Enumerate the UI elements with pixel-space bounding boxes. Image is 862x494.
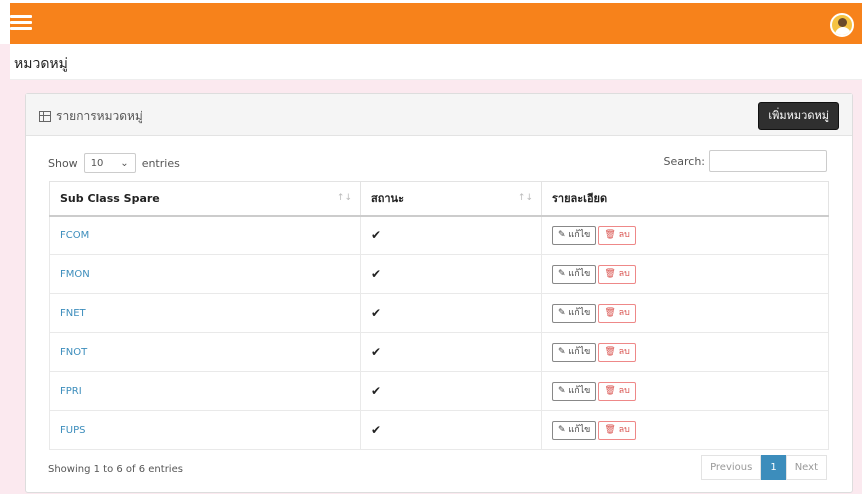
edit-label: แก้ไข	[568, 385, 591, 396]
table-icon	[39, 111, 51, 122]
topbar-pad	[0, 0, 10, 44]
edit-label: แก้ไข	[568, 307, 591, 318]
table-row: FNET ✔ ✎ แก้ไข 🗑 ลบ	[49, 293, 829, 333]
column-label: Sub Class Spare	[60, 191, 160, 205]
edit-label: แก้ไข	[568, 268, 591, 279]
category-table: Sub Class Spare ↑↓ สถานะ ↑↓ รายละเอียด FCO…	[49, 181, 829, 450]
delete-label: ลบ	[618, 424, 630, 435]
check-icon: ✔	[371, 384, 382, 398]
edit-label: แก้ไข	[568, 229, 591, 240]
edit-label: แก้ไข	[568, 424, 591, 435]
edit-button[interactable]: ✎ แก้ไข	[552, 381, 597, 401]
search-control: Search:	[663, 150, 827, 172]
edit-button[interactable]: ✎ แก้ไข	[552, 264, 597, 284]
table-row: FNOT ✔ ✎ แก้ไข 🗑 ลบ	[49, 332, 829, 372]
check-icon: ✔	[371, 423, 382, 437]
page-size-value: 10	[90, 157, 104, 169]
add-category-button[interactable]: เพิ่มหมวดหมู่	[758, 102, 839, 130]
delete-label: ลบ	[618, 307, 630, 318]
search-label: Search:	[663, 154, 706, 168]
card-header: รายการหมวดหมู่ เพิ่มหมวดหมู่	[26, 94, 852, 136]
category-link[interactable]: FUPS	[60, 425, 85, 436]
delete-label: ลบ	[618, 346, 630, 357]
edit-button[interactable]: ✎ แก้ไข	[552, 303, 597, 323]
table-info: Showing 1 to 6 of 6 entries	[48, 464, 183, 475]
entries-label: entries	[141, 156, 180, 170]
hamburger-icon[interactable]	[10, 13, 32, 33]
delete-button[interactable]: 🗑 ลบ	[598, 225, 636, 245]
category-link[interactable]: FNOT	[60, 347, 87, 358]
table-row: FUPS ✔ ✎ แก้ไข 🗑 ลบ	[49, 410, 829, 450]
page-header: หมวดหมู่	[10, 44, 862, 80]
edit-button[interactable]: ✎ แก้ไข	[552, 420, 597, 440]
chevron-down-icon: ⌄	[120, 157, 129, 169]
delete-label: ลบ	[618, 385, 630, 396]
table-row: FMON ✔ ✎ แก้ไข 🗑 ลบ	[49, 254, 829, 294]
category-link[interactable]: FNET	[60, 308, 86, 319]
column-label: สถานะ	[371, 192, 404, 206]
check-icon: ✔	[371, 267, 382, 281]
column-label: รายละเอียด	[552, 192, 608, 206]
sort-icon: ↑↓	[336, 193, 352, 203]
delete-label: ลบ	[618, 268, 630, 279]
edit-button[interactable]: ✎ แก้ไข	[552, 225, 597, 245]
table-row: FPRI ✔ ✎ แก้ไข 🗑 ลบ	[49, 371, 829, 411]
search-input[interactable]	[709, 150, 827, 172]
next-page-button[interactable]: Next	[785, 455, 827, 480]
category-link[interactable]: FCOM	[60, 230, 89, 241]
card-title-text: รายการหมวดหมู่	[56, 109, 143, 123]
delete-button[interactable]: 🗑 ลบ	[598, 342, 636, 362]
pagination: Previous 1 Next	[701, 455, 827, 480]
table-row: FCOM ✔ ✎ แก้ไข 🗑 ลบ	[49, 215, 829, 255]
sort-icon: ↑↓	[517, 193, 533, 203]
delete-button[interactable]: 🗑 ลบ	[598, 264, 636, 284]
card-title: รายการหมวดหมู่	[39, 107, 143, 126]
check-icon: ✔	[371, 306, 382, 320]
page-size-control: Show 10 ⌄ entries	[48, 153, 180, 173]
check-icon: ✔	[371, 228, 382, 243]
category-link[interactable]: FMON	[60, 269, 90, 280]
category-card: รายการหมวดหมู่ เพิ่มหมวดหมู่ Show 10 ⌄ e…	[25, 93, 853, 493]
edit-label: แก้ไข	[568, 346, 591, 357]
page-1-button[interactable]: 1	[761, 455, 786, 480]
delete-button[interactable]: 🗑 ลบ	[598, 381, 636, 401]
page-size-select[interactable]: 10 ⌄	[83, 153, 136, 173]
delete-button[interactable]: 🗑 ลบ	[598, 420, 636, 440]
check-icon: ✔	[371, 345, 382, 359]
top-navbar	[10, 0, 862, 44]
col-details: รายละเอียด	[541, 181, 829, 217]
delete-label: ลบ	[618, 229, 630, 240]
show-label: Show	[48, 156, 78, 170]
col-sub-class-spare[interactable]: Sub Class Spare ↑↓	[49, 181, 361, 217]
page-title: หมวดหมู่	[14, 56, 68, 72]
table-header-row: Sub Class Spare ↑↓ สถานะ ↑↓ รายละเอียด	[49, 181, 829, 217]
col-status[interactable]: สถานะ ↑↓	[360, 181, 542, 217]
category-link[interactable]: FPRI	[60, 386, 82, 397]
edit-button[interactable]: ✎ แก้ไข	[552, 342, 597, 362]
delete-button[interactable]: 🗑 ลบ	[598, 303, 636, 323]
user-avatar-icon[interactable]	[830, 13, 854, 37]
previous-page-button[interactable]: Previous	[701, 455, 762, 480]
